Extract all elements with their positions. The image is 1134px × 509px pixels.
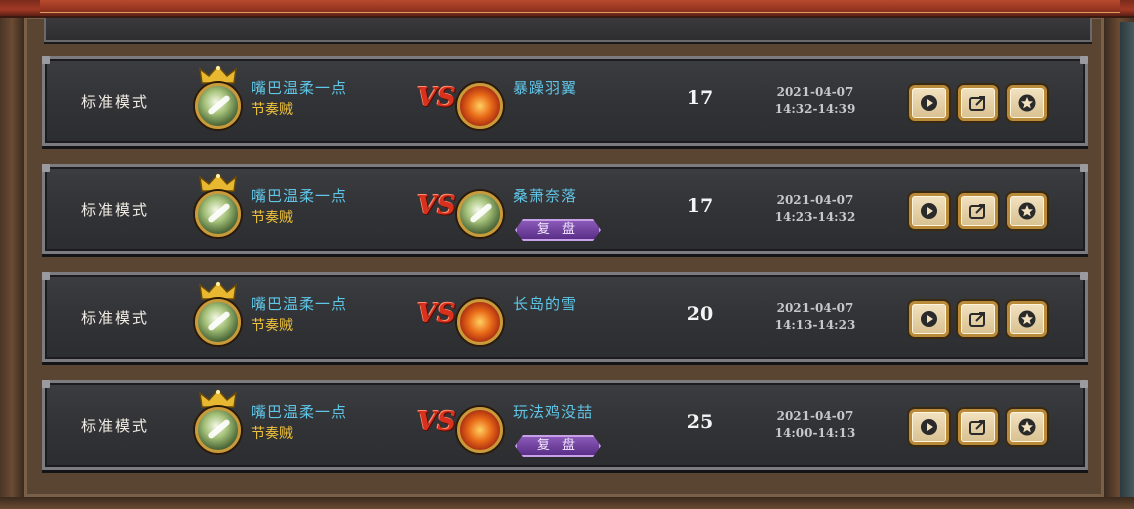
game-mode-label: 标准模式 <box>81 93 150 111</box>
turn-count: 20 <box>686 303 714 325</box>
share-icon <box>969 96 985 111</box>
player-name: 嘴巴温柔一点 <box>251 79 348 97</box>
crown-icon <box>198 389 238 408</box>
frame-left <box>0 0 24 509</box>
favorite-button[interactable] <box>1007 85 1047 121</box>
turn-count: 17 <box>686 87 714 109</box>
previous-row-edge <box>44 18 1092 42</box>
opponent-name: 长岛的雪 <box>513 295 578 313</box>
game-mode-label: 标准模式 <box>81 201 150 219</box>
play-replay-button[interactable] <box>909 85 949 121</box>
player-deck-class: 节奏贼 <box>251 318 293 334</box>
match-time-range: 14:00-14:13 <box>774 426 856 440</box>
player-hero-avatar <box>195 191 241 237</box>
game-mode-label: 标准模式 <box>81 309 150 327</box>
match-date: 2021-04-07 <box>776 409 854 423</box>
share-button[interactable] <box>958 409 998 445</box>
share-icon <box>969 204 985 219</box>
play-replay-button[interactable] <box>909 301 949 337</box>
player-hero-avatar <box>195 407 241 453</box>
match-row[interactable]: 标准模式 嘴巴温柔一点 节奏贼 VS 长岛的雪 20 2021-04-07 14… <box>42 272 1088 362</box>
player-name: 嘴巴温柔一点 <box>251 187 348 205</box>
opponent-name: 暴躁羽翼 <box>513 79 578 97</box>
star-icon <box>1018 94 1036 112</box>
play-replay-button[interactable] <box>909 409 949 445</box>
player-hero-avatar <box>195 83 241 129</box>
vs-icon: VS <box>417 299 456 329</box>
share-button[interactable] <box>958 85 998 121</box>
play-icon <box>921 95 937 111</box>
match-row[interactable]: 标准模式 嘴巴温柔一点 节奏贼 VS 桑萧奈落 复 盘 17 2021-04-0… <box>42 164 1088 254</box>
opponent-hero-avatar <box>457 299 503 345</box>
match-time-range: 14:13-14:23 <box>774 318 856 332</box>
play-icon <box>921 419 937 435</box>
frame-top-trim <box>40 0 1120 13</box>
share-button[interactable] <box>958 301 998 337</box>
vs-icon: VS <box>417 83 456 113</box>
frame-bottom <box>0 497 1134 509</box>
crown-icon <box>198 65 238 84</box>
favorite-button[interactable] <box>1007 193 1047 229</box>
favorite-button[interactable] <box>1007 301 1047 337</box>
share-icon <box>969 420 985 435</box>
play-icon <box>921 203 937 219</box>
opponent-name: 桑萧奈落 <box>513 187 578 205</box>
crown-icon <box>198 281 238 300</box>
replay-review-button[interactable]: 复 盘 <box>515 435 601 457</box>
match-date: 2021-04-07 <box>776 193 854 207</box>
match-date: 2021-04-07 <box>776 85 854 99</box>
player-deck-class: 节奏贼 <box>251 210 293 226</box>
crown-icon <box>198 173 238 192</box>
opponent-name: 玩法鸡没喆 <box>513 403 594 421</box>
turn-count: 17 <box>686 195 714 217</box>
match-time-range: 14:23-14:32 <box>774 210 856 224</box>
match-row[interactable]: 标准模式 嘴巴温柔一点 节奏贼 VS 暴躁羽翼 17 2021-04-07 14… <box>42 56 1088 146</box>
player-name: 嘴巴温柔一点 <box>251 403 348 421</box>
play-replay-button[interactable] <box>909 193 949 229</box>
replay-review-button[interactable]: 复 盘 <box>515 219 601 241</box>
player-deck-class: 节奏贼 <box>251 426 293 442</box>
share-button[interactable] <box>958 193 998 229</box>
vs-icon: VS <box>417 191 456 221</box>
player-hero-avatar <box>195 299 241 345</box>
game-mode-label: 标准模式 <box>81 417 150 435</box>
match-date: 2021-04-07 <box>776 301 854 315</box>
match-row[interactable]: 标准模式 嘴巴温柔一点 节奏贼 VS 玩法鸡没喆 复 盘 25 2021-04-… <box>42 380 1088 470</box>
opponent-hero-avatar <box>457 83 503 129</box>
play-icon <box>921 311 937 327</box>
opponent-hero-avatar <box>457 191 503 237</box>
vs-icon: VS <box>417 407 456 437</box>
player-name: 嘴巴温柔一点 <box>251 295 348 313</box>
star-icon <box>1018 310 1036 328</box>
favorite-button[interactable] <box>1007 409 1047 445</box>
star-icon <box>1018 202 1036 220</box>
match-time-range: 14:32-14:39 <box>774 102 856 116</box>
star-icon <box>1018 418 1036 436</box>
share-icon <box>969 312 985 327</box>
player-deck-class: 节奏贼 <box>251 102 293 118</box>
frame-right-edge <box>1120 22 1134 509</box>
opponent-hero-avatar <box>457 407 503 453</box>
turn-count: 25 <box>686 411 714 433</box>
